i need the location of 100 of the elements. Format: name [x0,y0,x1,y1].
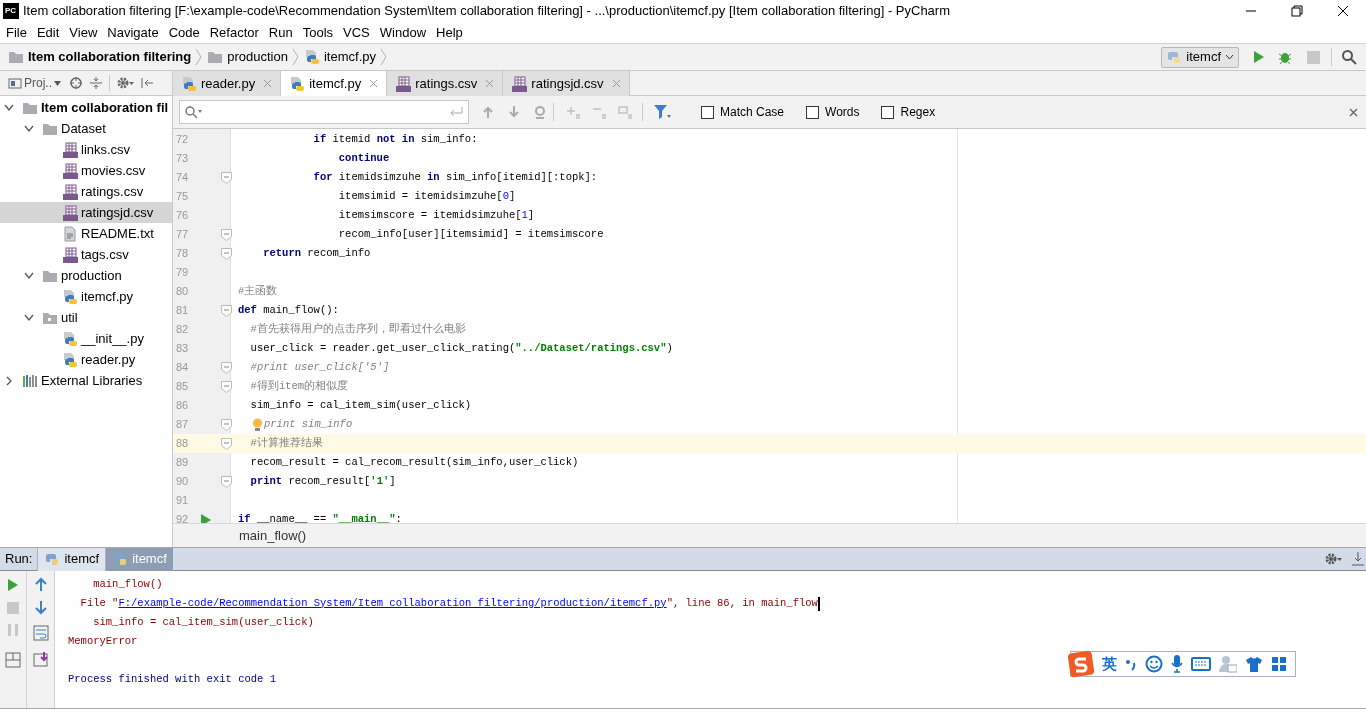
filter-button[interactable] [653,104,671,120]
settings-icon [1324,552,1342,566]
breadcrumb-item[interactable]: itemcf.py [323,47,376,67]
line-number: 85 [175,379,190,395]
code-line: def main_flow(): [238,303,339,318]
arrow-down-button[interactable] [507,105,521,119]
line-number: 87 [175,417,190,433]
code-line: #得到item的相似度 [249,379,349,394]
wrap-button[interactable] [32,625,49,641]
rerun-button[interactable] [7,578,19,592]
stop-icon [7,602,19,614]
tree-item[interactable]: itemcf.py [0,286,172,307]
menu-item[interactable]: VCS [338,22,375,43]
menu-item[interactable]: Code [163,22,205,43]
code-line: for itemidsimzuhe in sim_info[itemid][:topk]: [312,170,598,185]
checkbox-option[interactable]: Words [806,103,860,121]
project-view-dropdown[interactable]: Proj.. [8,74,61,92]
hide-button[interactable] [1352,552,1364,566]
scroll-down-button[interactable] [34,601,47,615]
soft-wrap-icon [32,625,49,641]
code-line: #print user_click['5'] [249,360,390,375]
tree-item[interactable]: tags.csv [0,244,172,265]
console-line: File "F:/example-code/Recommendation System/Item collaboration filtering/production/itemcf.py", line 86, in main_flow [68,594,1366,613]
ime-mode-label[interactable]: 英 [1102,652,1117,676]
tree-item[interactable]: util [0,307,172,328]
menu-item[interactable]: Window [374,22,432,43]
tree-item[interactable]: reader.py [0,349,172,370]
code-line: print sim_info [238,415,353,434]
close-icon [1349,107,1358,117]
csv-file-icon [62,246,78,263]
editor-tab[interactable]: reader.py [173,71,282,96]
caret-icon [1225,54,1234,60]
target-icon [69,76,83,90]
line-number: 89 [175,455,190,471]
run-config-dropdown[interactable]: itemcf [1161,46,1239,68]
editor-breadcrumb[interactable]: main_flow() [239,525,307,546]
menu-item[interactable]: Edit [31,22,65,43]
enter-icon [448,106,464,118]
code-line: sim_info = cal_item_sim(user_click) [249,398,472,413]
checkbox-option[interactable]: Regex [881,103,936,121]
settings-icon [116,76,134,90]
app-logo: PC [3,3,19,19]
arrow-down-icon [507,105,521,119]
breadcrumb-item[interactable]: Item collaboration filtering [28,47,192,67]
tree-item[interactable]: ratings.csv [0,181,172,202]
python-file-icon [303,49,320,65]
line-number: 80 [175,284,190,300]
csv-file-icon [62,162,78,179]
scroll-up-button[interactable] [34,577,47,591]
chevron-icon [195,48,204,66]
tree-item[interactable]: README.txt [0,223,172,244]
medal-button[interactable] [533,105,547,119]
search-button[interactable] [1340,49,1358,65]
line-number: 76 [175,208,190,224]
layout-button[interactable] [5,652,21,668]
line-number: 75 [175,189,190,205]
csv-file-icon [395,75,412,92]
tree-item[interactable]: production [0,265,172,286]
csv-file-icon [62,183,78,200]
tree-item[interactable]: links.csv [0,139,172,160]
text-file-icon [62,225,78,242]
menu-item[interactable]: Refactor [204,22,264,43]
arrow-up-button[interactable] [481,105,495,119]
menu-item[interactable]: Run [263,22,298,43]
code-line: #首先获得用户的点击序列，即看过什么电影 [249,322,466,337]
run-tab[interactable]: itemcf [37,547,106,571]
window-title: Item collaboration filtering [F:\example-code\Recommendation System\Item collaboration filtering] - ...\production\itemcf.py [Item collaboration filtering] - PyCharm [23,2,951,21]
menu-item[interactable]: Help [431,22,468,43]
checkbox-option[interactable]: Match Case [701,103,785,121]
close-icon [369,79,379,88]
shirt-icon [1245,656,1263,672]
code-line: if itemid not in sim_info: [312,132,478,147]
user-card-icon [1219,655,1237,673]
close-button[interactable] [1349,107,1358,117]
arrow-up-icon [34,577,47,591]
editor-tab[interactable]: ratingsjd.csv [503,71,630,96]
code-line: print recom_result['1'] [249,474,396,489]
tree-item[interactable]: ratingsjd.csv [0,202,172,223]
folder-icon [42,310,58,325]
tree-item[interactable]: External Libraries [0,370,172,391]
menu-item[interactable]: File [1,22,32,43]
settings-button[interactable] [1324,552,1342,566]
menu-item[interactable]: Navigate [102,22,164,43]
tree-item[interactable]: Item collaboration fil [0,97,172,118]
breadcrumb-item[interactable]: production [227,47,288,67]
editor-tab[interactable]: ratings.csv [387,71,504,96]
file-link[interactable]: F:/example-code/Recommendation System/Item collaboration filtering/production/itemcf.py [118,595,667,612]
menu-item[interactable]: View [64,22,103,43]
tree-item[interactable]: Dataset [0,118,172,139]
layout-icon [5,652,21,668]
tree-item[interactable]: movies.csv [0,160,172,181]
arrow-down-icon [34,601,47,615]
line-number: 90 [175,474,190,490]
search-field[interactable] [179,100,469,124]
menu-item[interactable]: Tools [297,22,339,43]
tree-item[interactable]: __init__.py [0,328,172,349]
editor-tab[interactable]: itemcf.py [281,71,388,96]
pause-button[interactable] [7,624,19,636]
folder-icon [8,50,24,64]
print-button[interactable] [32,651,49,667]
